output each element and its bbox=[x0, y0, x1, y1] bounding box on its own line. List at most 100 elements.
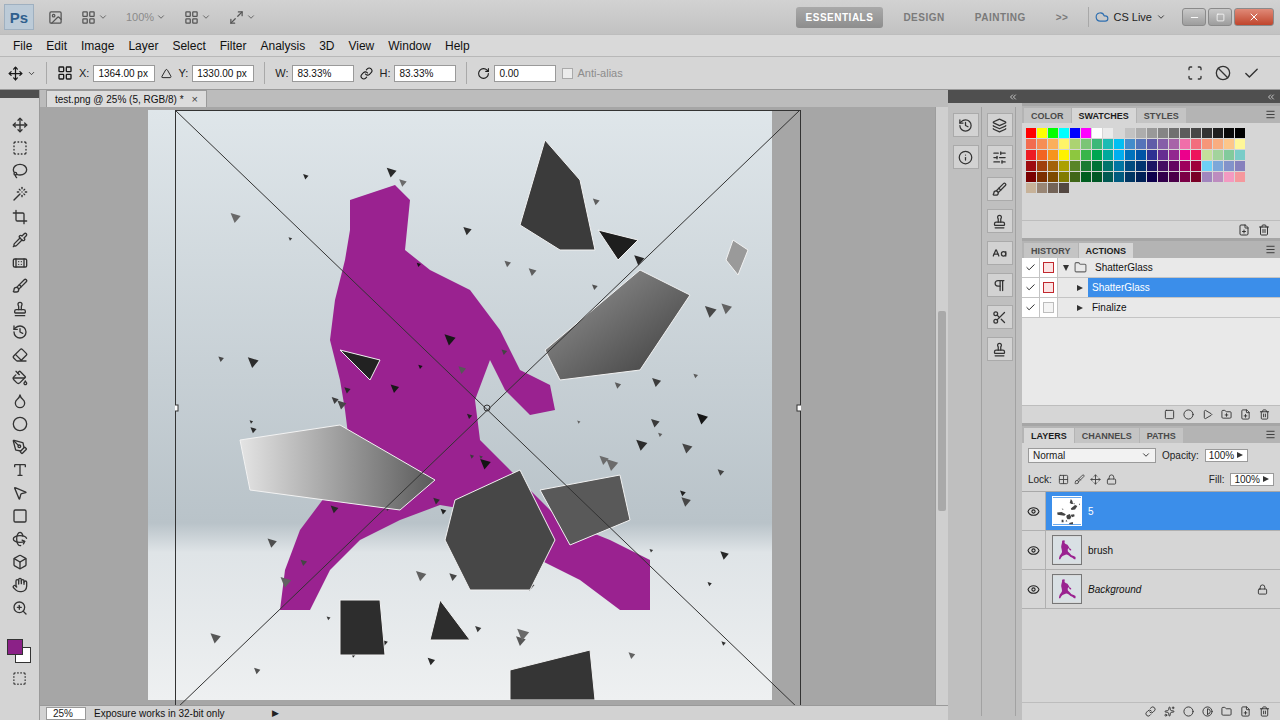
panel-icon-button[interactable] bbox=[953, 145, 979, 169]
action-toggle[interactable] bbox=[1022, 298, 1040, 317]
swatch[interactable] bbox=[1092, 139, 1102, 149]
menu-item[interactable]: 3D bbox=[312, 37, 341, 55]
swatch[interactable] bbox=[1213, 139, 1223, 149]
dialog-toggle[interactable] bbox=[1040, 298, 1058, 317]
swatch[interactable] bbox=[1224, 128, 1234, 138]
swatch[interactable] bbox=[1081, 161, 1091, 171]
panel-icon-button[interactable] bbox=[987, 145, 1013, 169]
panel-menu-button[interactable] bbox=[1265, 109, 1280, 120]
close-button[interactable] bbox=[1234, 8, 1274, 26]
swatch[interactable] bbox=[1070, 172, 1080, 182]
layer-row[interactable]: 5 bbox=[1022, 492, 1280, 531]
swatch[interactable] bbox=[1147, 150, 1157, 160]
swatch[interactable] bbox=[1059, 139, 1069, 149]
expand-triangle-icon[interactable] bbox=[1262, 475, 1270, 483]
panel-tab[interactable]: CHANNELS bbox=[1075, 428, 1139, 443]
tool-button[interactable] bbox=[7, 367, 33, 389]
anti-alias-option[interactable]: Anti-alias bbox=[562, 67, 622, 79]
visibility-toggle[interactable] bbox=[1022, 492, 1046, 530]
swatch[interactable] bbox=[1048, 183, 1058, 193]
swatch[interactable] bbox=[1147, 139, 1157, 149]
warp-icon[interactable] bbox=[1187, 65, 1203, 81]
swatch[interactable] bbox=[1026, 139, 1036, 149]
swatch[interactable] bbox=[1114, 139, 1124, 149]
panel-menu-button[interactable] bbox=[1265, 429, 1280, 440]
menu-item[interactable]: Window bbox=[381, 37, 438, 55]
swatch[interactable] bbox=[1092, 172, 1102, 182]
arrange-documents-button[interactable] bbox=[180, 8, 215, 27]
swatch[interactable] bbox=[1180, 128, 1190, 138]
panel-icon-button[interactable] bbox=[987, 177, 1013, 201]
swatch[interactable] bbox=[1125, 161, 1135, 171]
trash-icon[interactable] bbox=[1259, 409, 1270, 420]
swatch[interactable] bbox=[1125, 172, 1135, 182]
lock-all-icon[interactable] bbox=[1106, 474, 1117, 485]
swatch[interactable] bbox=[1202, 139, 1212, 149]
swatch[interactable] bbox=[1191, 150, 1201, 160]
new-layer-icon[interactable] bbox=[1240, 706, 1251, 717]
swatch[interactable] bbox=[1202, 161, 1212, 171]
expand-triangle-icon[interactable] bbox=[1076, 284, 1084, 292]
workspace-button[interactable]: ESSENTIALS bbox=[796, 7, 884, 28]
panel-icon-button[interactable] bbox=[987, 273, 1013, 297]
swatch[interactable] bbox=[1081, 172, 1091, 182]
swatch[interactable] bbox=[1092, 150, 1102, 160]
blend-mode-select[interactable]: Normal bbox=[1028, 448, 1156, 463]
swatch[interactable] bbox=[1048, 172, 1058, 182]
panel-grip[interactable] bbox=[0, 90, 39, 98]
maximize-button[interactable] bbox=[1208, 8, 1232, 26]
group-icon[interactable] bbox=[1221, 706, 1232, 717]
new-set-icon[interactable] bbox=[1221, 409, 1232, 420]
action-row[interactable]: ShatterGlass bbox=[1022, 278, 1280, 298]
swatch[interactable] bbox=[1202, 172, 1212, 182]
tool-button[interactable] bbox=[7, 574, 33, 596]
swatch[interactable] bbox=[1103, 150, 1113, 160]
link-layers-icon[interactable] bbox=[1145, 706, 1156, 717]
panel-icon-button[interactable] bbox=[953, 113, 979, 137]
tool-button[interactable] bbox=[7, 275, 33, 297]
dialog-toggle[interactable] bbox=[1040, 278, 1058, 297]
swatch[interactable] bbox=[1191, 139, 1201, 149]
swatch[interactable] bbox=[1158, 172, 1168, 182]
swatch[interactable] bbox=[1103, 139, 1113, 149]
swatch[interactable] bbox=[1048, 161, 1058, 171]
stop-icon[interactable] bbox=[1164, 409, 1175, 420]
swatch[interactable] bbox=[1070, 139, 1080, 149]
menu-item[interactable]: Filter bbox=[213, 37, 254, 55]
menu-item[interactable]: Analysis bbox=[253, 37, 312, 55]
swatch[interactable] bbox=[1213, 161, 1223, 171]
swatch[interactable] bbox=[1048, 128, 1058, 138]
swatch[interactable] bbox=[1081, 139, 1091, 149]
swatch[interactable] bbox=[1235, 172, 1245, 182]
swatch[interactable] bbox=[1114, 150, 1124, 160]
close-tab-button[interactable]: × bbox=[192, 93, 198, 105]
action-name[interactable]: ShatterGlass bbox=[1088, 278, 1280, 297]
swatch[interactable] bbox=[1213, 150, 1223, 160]
swatch[interactable] bbox=[1026, 161, 1036, 171]
panel-icon-button[interactable] bbox=[987, 113, 1013, 137]
action-toggle[interactable] bbox=[1022, 278, 1040, 297]
anti-alias-checkbox[interactable] bbox=[562, 68, 573, 79]
swatch[interactable] bbox=[1059, 161, 1069, 171]
tool-button[interactable] bbox=[7, 206, 33, 228]
swatch[interactable] bbox=[1169, 172, 1179, 182]
action-row[interactable]: ShatterGlass bbox=[1022, 258, 1280, 278]
menu-item[interactable]: File bbox=[6, 37, 39, 55]
swatch[interactable] bbox=[1158, 139, 1168, 149]
record-icon[interactable] bbox=[1183, 409, 1194, 420]
menu-item[interactable]: Help bbox=[438, 37, 477, 55]
panel-tab[interactable]: PATHS bbox=[1140, 428, 1183, 443]
swatch[interactable] bbox=[1070, 150, 1080, 160]
tool-button[interactable] bbox=[7, 344, 33, 366]
swatch[interactable] bbox=[1114, 128, 1124, 138]
tool-button[interactable] bbox=[7, 183, 33, 205]
swatch[interactable] bbox=[1180, 161, 1190, 171]
swatch[interactable] bbox=[1026, 172, 1036, 182]
swatch[interactable] bbox=[1147, 172, 1157, 182]
swatch[interactable] bbox=[1026, 150, 1036, 160]
action-name[interactable]: Finalize bbox=[1088, 298, 1280, 317]
swatch[interactable] bbox=[1092, 128, 1102, 138]
swatch[interactable] bbox=[1191, 161, 1201, 171]
swatch[interactable] bbox=[1136, 128, 1146, 138]
swatch[interactable] bbox=[1169, 139, 1179, 149]
